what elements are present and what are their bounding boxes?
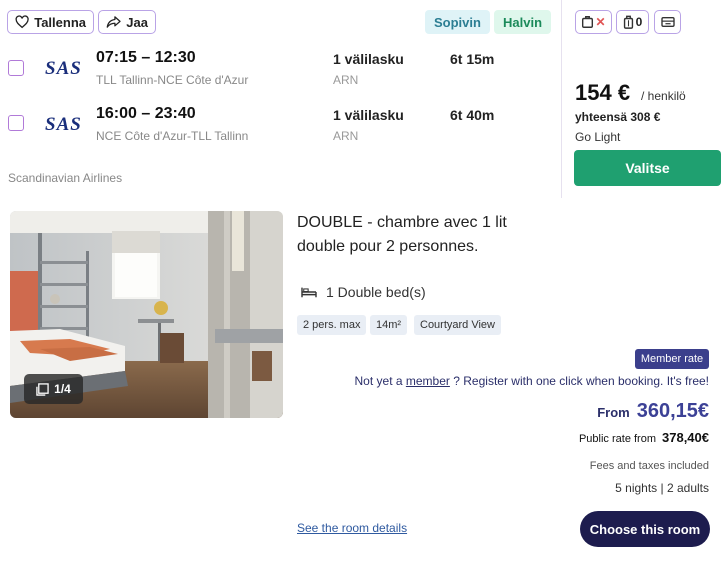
leg-checkbox[interactable] [8, 115, 24, 131]
price-total: yhteensä 308 € [575, 110, 661, 124]
share-button[interactable]: Jaa [98, 10, 156, 34]
cheapest-tag: Halvin [494, 10, 552, 34]
feature-chip: 14m² [370, 315, 408, 335]
room-title: DOUBLE - chambre avec 1 lit double pour … [297, 214, 507, 255]
best-tag: Sopivin [425, 10, 490, 34]
stay-summary: 5 nights | 2 adults [615, 481, 709, 495]
bed-icon [301, 287, 317, 298]
leg-duration: 6t 40m [450, 107, 495, 123]
share-icon [106, 16, 121, 28]
choose-room-button[interactable]: Choose this room [580, 511, 710, 547]
price-unit: / henkilö [641, 89, 686, 103]
save-button[interactable]: Tallenna [7, 10, 94, 34]
member-prompt: Not yet a member ? Register with one cli… [355, 374, 709, 388]
public-rate-row: Public rate from 378,40€ [579, 430, 709, 445]
photo-gallery-button[interactable]: 1/4 [24, 374, 83, 404]
public-rate-label: Public rate from [578, 433, 656, 445]
from-label: From [597, 405, 630, 420]
leg-stops: 1 välilasku [333, 51, 404, 67]
airline-name: Scandinavian Airlines [8, 171, 123, 185]
public-rate-price: 378,40€ [662, 430, 709, 445]
member-prefix: Not yet a [354, 374, 403, 388]
from-price-row: From 360,15€ [597, 400, 709, 423]
heart-icon [15, 15, 29, 29]
price-divider [561, 0, 562, 198]
leg-times: 07:15 – 12:30 [96, 49, 196, 66]
select-flight-button[interactable]: Valitse [574, 150, 721, 186]
from-price: 360,15€ [636, 400, 709, 422]
share-label: Jaa [126, 14, 148, 30]
bed-label: 1 Double bed(s) [326, 284, 426, 300]
member-link[interactable]: member [406, 374, 450, 388]
leg-stops: 1 välilasku [333, 107, 404, 123]
cabin-bag-indicator[interactable]: 0 [616, 10, 649, 34]
sas-logo: SAS [45, 58, 82, 79]
cabin-bag-count: 0 [635, 15, 643, 29]
feature-chip: Courtyard View [414, 315, 501, 335]
photo-counter: 1/4 [54, 382, 71, 396]
fees-note: Fees and taxes included [589, 460, 709, 472]
leg-via: ARN [333, 129, 359, 143]
fare-name: Go Light [575, 130, 621, 144]
leg-via: ARN [333, 73, 359, 87]
feature-chip: 2 pers. max [297, 315, 367, 335]
flight-price: 154 € [575, 80, 631, 105]
room-details-link[interactable]: See the room details [297, 521, 407, 535]
member-suffix: ? Register with one click when booking. … [453, 374, 709, 388]
carry-on-icon [623, 15, 633, 29]
leg-times: 16:00 – 23:40 [96, 105, 196, 122]
gallery-icon [36, 382, 49, 396]
checked-bag-indicator[interactable]: ✕ [575, 10, 612, 34]
cross-icon: ✕ [595, 15, 606, 29]
bed-info: 1 Double bed(s) [300, 284, 426, 300]
leg-checkbox[interactable] [8, 60, 24, 76]
leg-duration: 6t 15m [450, 51, 495, 67]
sas-logo: SAS [45, 114, 82, 135]
ticket-icon [660, 17, 675, 27]
seat-indicator[interactable] [654, 10, 681, 34]
leg-route: NCE Côte d'Azur-TLL Tallinn [96, 129, 249, 143]
suitcase-icon [582, 16, 594, 28]
leg-route: TLL Tallinn-NCE Côte d'Azur [96, 73, 249, 87]
save-label: Tallenna [34, 14, 86, 30]
member-rate-badge: Member rate [635, 349, 709, 369]
